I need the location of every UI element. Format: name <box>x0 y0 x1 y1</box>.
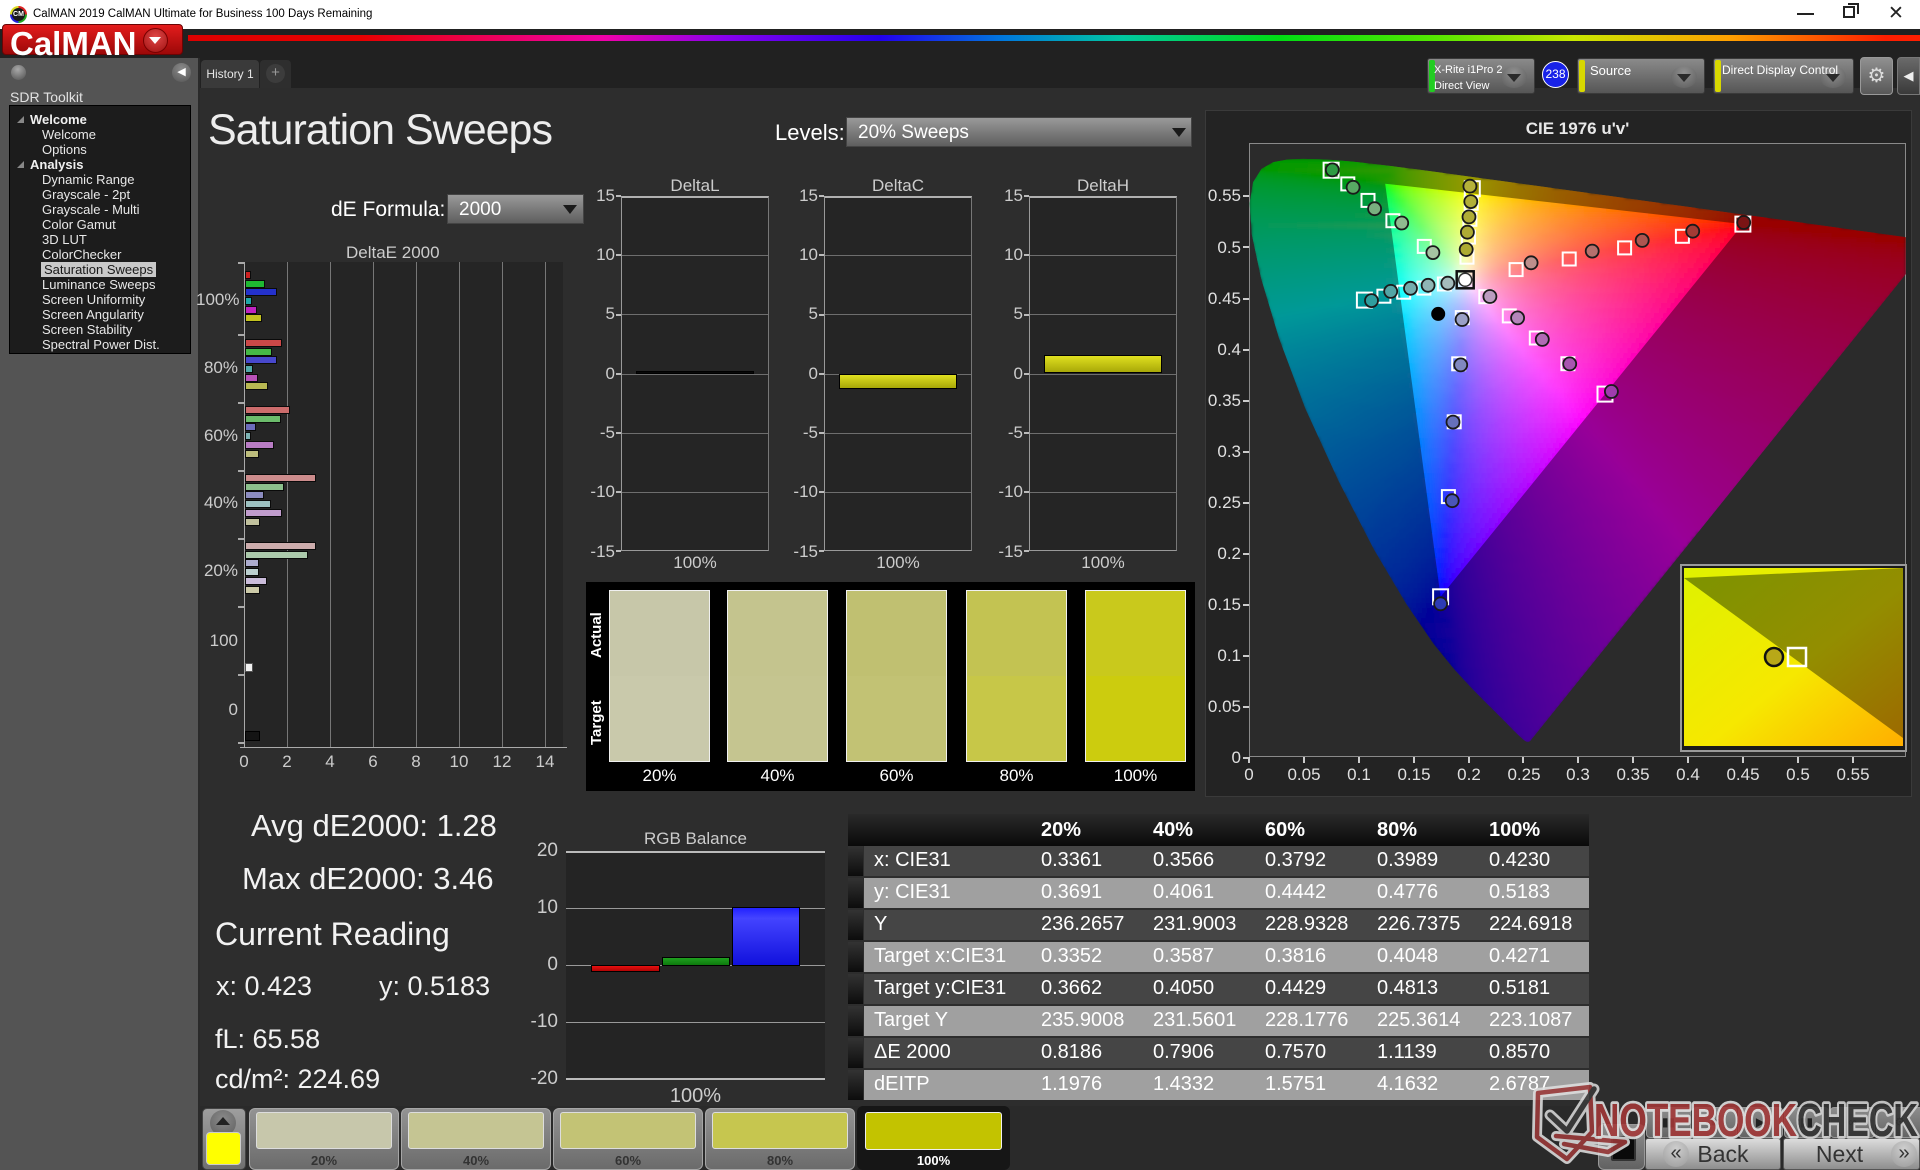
svg-text:CHECK: CHECK <box>1797 1094 1918 1146</box>
svg-text:NOTEBOOK: NOTEBOOK <box>1594 1094 1797 1146</box>
